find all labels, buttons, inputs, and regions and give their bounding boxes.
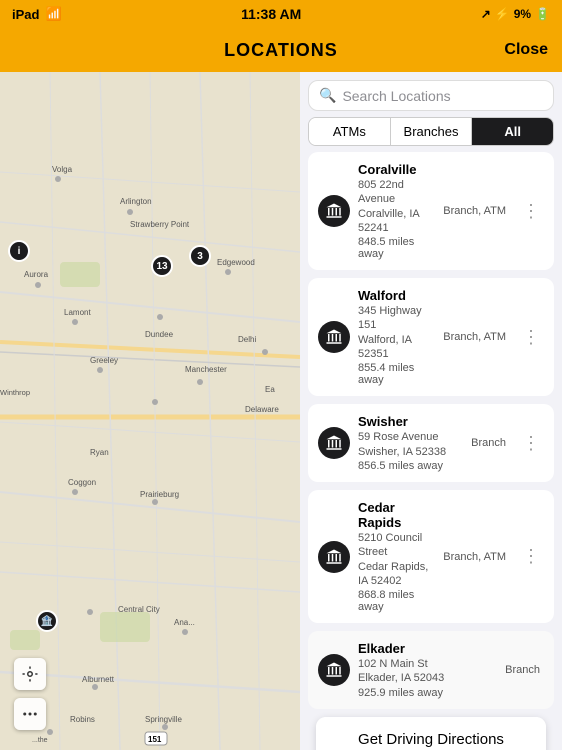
location-name-1: Walford bbox=[358, 288, 435, 303]
tab-atms[interactable]: ATMs bbox=[309, 118, 391, 145]
list-item[interactable]: Elkader 102 N Main StElkader, IA 52043 9… bbox=[308, 631, 554, 709]
svg-text:Greeley: Greeley bbox=[90, 356, 118, 365]
battery-pct: 9% bbox=[514, 7, 531, 21]
svg-text:Edgewood: Edgewood bbox=[217, 258, 255, 267]
device-label: iPad bbox=[12, 7, 39, 22]
list-item[interactable]: Cedar Rapids 5210 Council StreetCedar Ra… bbox=[308, 490, 554, 623]
map-pin-1[interactable]: i bbox=[8, 240, 30, 262]
location-address-4: 102 N Main StElkader, IA 52043 bbox=[358, 657, 497, 686]
svg-text:Robins: Robins bbox=[70, 715, 95, 724]
location-icon-3 bbox=[318, 541, 350, 573]
close-button[interactable]: Close bbox=[504, 41, 548, 59]
filter-tabs: ATMs Branches All bbox=[308, 117, 554, 146]
location-distance-3: 868.8 miles away bbox=[358, 589, 435, 613]
location-type-0: Branch, ATM bbox=[443, 205, 506, 217]
location-info-4: Elkader 102 N Main StElkader, IA 52043 9… bbox=[358, 641, 497, 699]
status-right: ↗ ⚡ 9% 🔋 bbox=[481, 7, 550, 21]
more-options-1[interactable]: ⋮ bbox=[518, 323, 544, 352]
location-name-0: Coralville bbox=[358, 162, 435, 177]
bluetooth-icon: ⚡ bbox=[495, 7, 510, 21]
more-options-3[interactable]: ⋮ bbox=[518, 542, 544, 571]
location-distance-4: 925.9 miles away bbox=[358, 687, 497, 699]
get-driving-directions-button[interactable]: Get Driving Directions bbox=[316, 717, 546, 750]
header: LOCATIONS Close bbox=[0, 28, 562, 72]
svg-text:Central City: Central City bbox=[118, 605, 160, 614]
status-left: iPad 📶 bbox=[12, 6, 62, 22]
list-item[interactable]: Swisher 59 Rose AvenueSwisher, IA 52338 … bbox=[308, 404, 554, 482]
svg-text:Manchester: Manchester bbox=[185, 365, 227, 374]
svg-text:Springville: Springville bbox=[145, 715, 182, 724]
location-address-0: 805 22nd AvenueCoralville, IA 52241 bbox=[358, 178, 435, 235]
more-options-2[interactable]: ⋮ bbox=[518, 429, 544, 458]
svg-text:Arlington: Arlington bbox=[120, 197, 152, 206]
svg-text:Alburnett: Alburnett bbox=[82, 675, 115, 684]
svg-text:Aurora: Aurora bbox=[24, 270, 49, 279]
battery-icon: 🔋 bbox=[535, 7, 550, 21]
map-pin-3[interactable]: 3 bbox=[189, 245, 211, 267]
location-icon-1 bbox=[318, 321, 350, 353]
location-name-2: Swisher bbox=[358, 414, 463, 429]
location-icon-2 bbox=[318, 427, 350, 459]
svg-text:...the: ...the bbox=[32, 737, 48, 744]
map-pin-bank[interactable]: 🏦 bbox=[36, 610, 58, 632]
page-title: LOCATIONS bbox=[224, 40, 338, 61]
location-address-1: 345 Highway 151Walford, IA 52351 bbox=[358, 304, 435, 361]
svg-text:Strawberry Point: Strawberry Point bbox=[130, 220, 190, 229]
svg-text:Dundee: Dundee bbox=[145, 330, 174, 339]
svg-text:151: 151 bbox=[148, 735, 162, 744]
location-icon-4 bbox=[318, 654, 350, 686]
map-pin-2[interactable]: 13 bbox=[151, 255, 173, 277]
svg-text:Winthrop: Winthrop bbox=[0, 388, 30, 397]
location-icon-0 bbox=[318, 195, 350, 227]
tab-branches[interactable]: Branches bbox=[391, 118, 473, 145]
location-distance-2: 856.5 miles away bbox=[358, 460, 463, 472]
menu-button[interactable] bbox=[14, 698, 46, 730]
location-type-3: Branch, ATM bbox=[443, 551, 506, 563]
location-info-3: Cedar Rapids 5210 Council StreetCedar Ra… bbox=[358, 500, 435, 613]
location-info-2: Swisher 59 Rose AvenueSwisher, IA 52338 … bbox=[358, 414, 463, 472]
search-icon: 🔍 bbox=[319, 87, 336, 104]
location-type-2: Branch bbox=[471, 437, 506, 449]
list-item[interactable]: Coralville 805 22nd AvenueCoralville, IA… bbox=[308, 152, 554, 270]
locations-list: Coralville 805 22nd AvenueCoralville, IA… bbox=[300, 152, 562, 750]
right-panel: 🔍 Search Locations ATMs Branches All Cor… bbox=[300, 72, 562, 750]
svg-text:Prairieburg: Prairieburg bbox=[140, 490, 179, 499]
location-address-2: 59 Rose AvenueSwisher, IA 52338 bbox=[358, 430, 463, 459]
location-info-1: Walford 345 Highway 151Walford, IA 52351… bbox=[358, 288, 435, 386]
location-type-4: Branch bbox=[505, 664, 540, 676]
status-bar: iPad 📶 11:38 AM ↗ ⚡ 9% 🔋 bbox=[0, 0, 562, 28]
list-item[interactable]: Walford 345 Highway 151Walford, IA 52351… bbox=[308, 278, 554, 396]
svg-text:Ana...: Ana... bbox=[174, 618, 195, 627]
svg-text:Lamont: Lamont bbox=[64, 308, 91, 317]
location-info-0: Coralville 805 22nd AvenueCoralville, IA… bbox=[358, 162, 435, 260]
svg-text:Coggon: Coggon bbox=[68, 478, 96, 487]
svg-text:Delaware: Delaware bbox=[245, 405, 279, 414]
wifi-icon: 📶 bbox=[45, 6, 61, 22]
svg-text:Delhi: Delhi bbox=[238, 335, 256, 344]
more-options-0[interactable]: ⋮ bbox=[518, 197, 544, 226]
location-address-3: 5210 Council StreetCedar Rapids, IA 5240… bbox=[358, 531, 435, 588]
status-time: 11:38 AM bbox=[241, 6, 301, 22]
location-name-3: Cedar Rapids bbox=[358, 500, 435, 530]
search-input[interactable]: Search Locations bbox=[342, 88, 450, 104]
location-button[interactable] bbox=[14, 658, 46, 690]
location-icon: ↗ bbox=[481, 7, 491, 21]
location-distance-1: 855.4 miles away bbox=[358, 362, 435, 386]
tab-all[interactable]: All bbox=[472, 118, 553, 145]
location-name-4: Elkader bbox=[358, 641, 497, 656]
overlay-card: Get Driving Directions Share Location ⋮ bbox=[316, 717, 546, 750]
search-bar[interactable]: 🔍 Search Locations bbox=[308, 80, 554, 111]
svg-text:Ryan: Ryan bbox=[90, 448, 109, 457]
svg-text:Volga: Volga bbox=[52, 165, 73, 174]
map-area: Volga Arlington Aurora Lamont Dundee Edg… bbox=[0, 72, 300, 750]
location-distance-0: 848.5 miles away bbox=[358, 236, 435, 260]
svg-text:Ea: Ea bbox=[265, 385, 275, 394]
location-type-1: Branch, ATM bbox=[443, 331, 506, 343]
